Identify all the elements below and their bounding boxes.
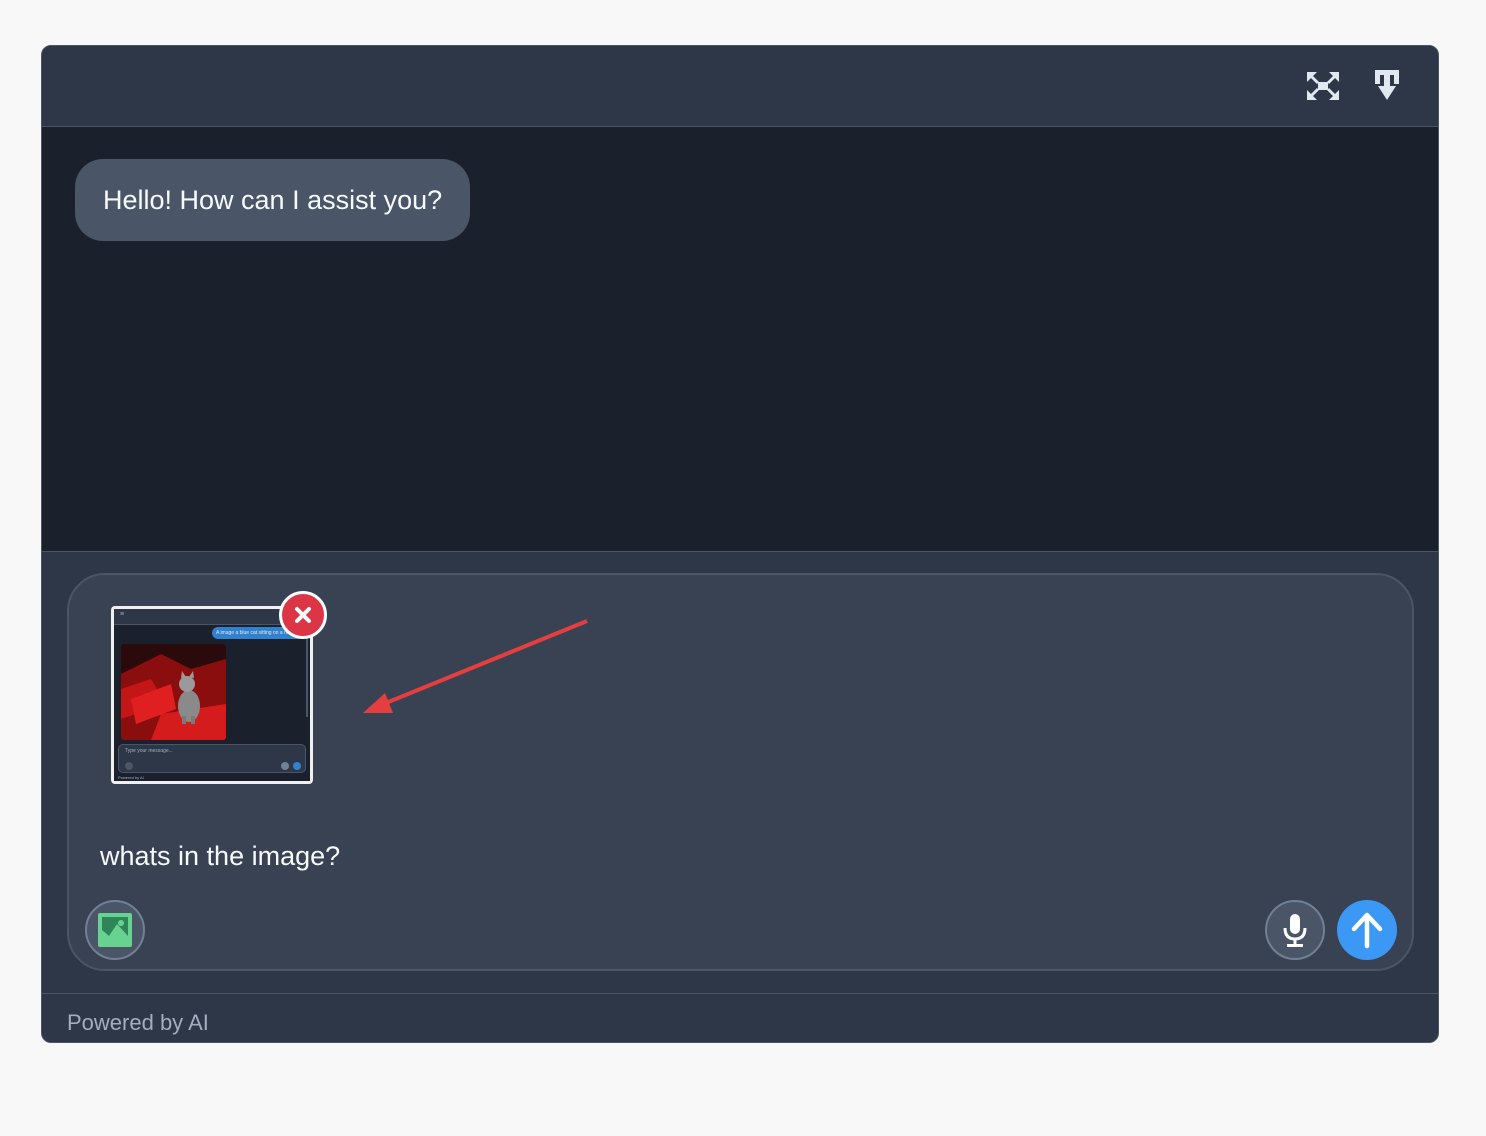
mini-image-icon bbox=[125, 762, 133, 770]
chat-window: Hello! How can I assist you? ≡ A image a… bbox=[41, 45, 1439, 1043]
mini-footer: Powered by AI bbox=[118, 775, 144, 780]
annotation-arrow-icon bbox=[363, 619, 588, 713]
mini-mic-icon bbox=[281, 762, 289, 770]
cat-photo bbox=[121, 644, 226, 740]
close-x-icon bbox=[295, 607, 311, 623]
message-list: Hello! How can I assist you? bbox=[42, 127, 1438, 552]
microphone-icon bbox=[1283, 914, 1307, 947]
attached-image-thumbnail[interactable]: ≡ A image a blue cat sitting on a red Ty… bbox=[111, 606, 313, 784]
message-composer[interactable]: ≡ A image a blue cat sitting on a red Ty… bbox=[67, 573, 1414, 971]
expand-arrows-icon bbox=[1307, 72, 1339, 100]
cat-on-sofa-image bbox=[121, 644, 226, 740]
assistant-message-bubble: Hello! How can I assist you? bbox=[75, 159, 471, 241]
microphone-button[interactable] bbox=[1265, 900, 1325, 960]
send-button[interactable] bbox=[1337, 900, 1397, 960]
mini-composer: Type your message... bbox=[118, 744, 306, 773]
arrow-up-icon bbox=[1351, 912, 1383, 949]
download-arrow-icon bbox=[1375, 70, 1399, 100]
mini-placeholder: Type your message... bbox=[125, 748, 173, 754]
mini-scrollbar bbox=[306, 627, 308, 717]
thumbnail-screenshot: ≡ A image a blue cat sitting on a red Ty… bbox=[114, 609, 310, 781]
mini-send-icon bbox=[293, 762, 301, 770]
mini-menu-icon: ≡ bbox=[120, 611, 125, 618]
download-button[interactable] bbox=[1365, 64, 1409, 108]
expand-button[interactable] bbox=[1301, 64, 1345, 108]
remove-attachment-button[interactable] bbox=[279, 591, 327, 639]
powered-by-footer: Powered by AI bbox=[67, 1010, 209, 1035]
chat-header bbox=[42, 46, 1438, 127]
image-icon bbox=[98, 913, 132, 947]
message-input-text[interactable]: whats in the image? bbox=[100, 841, 340, 872]
composer-area: ≡ A image a blue cat sitting on a red Ty… bbox=[42, 552, 1438, 994]
attach-image-button[interactable] bbox=[85, 900, 145, 960]
